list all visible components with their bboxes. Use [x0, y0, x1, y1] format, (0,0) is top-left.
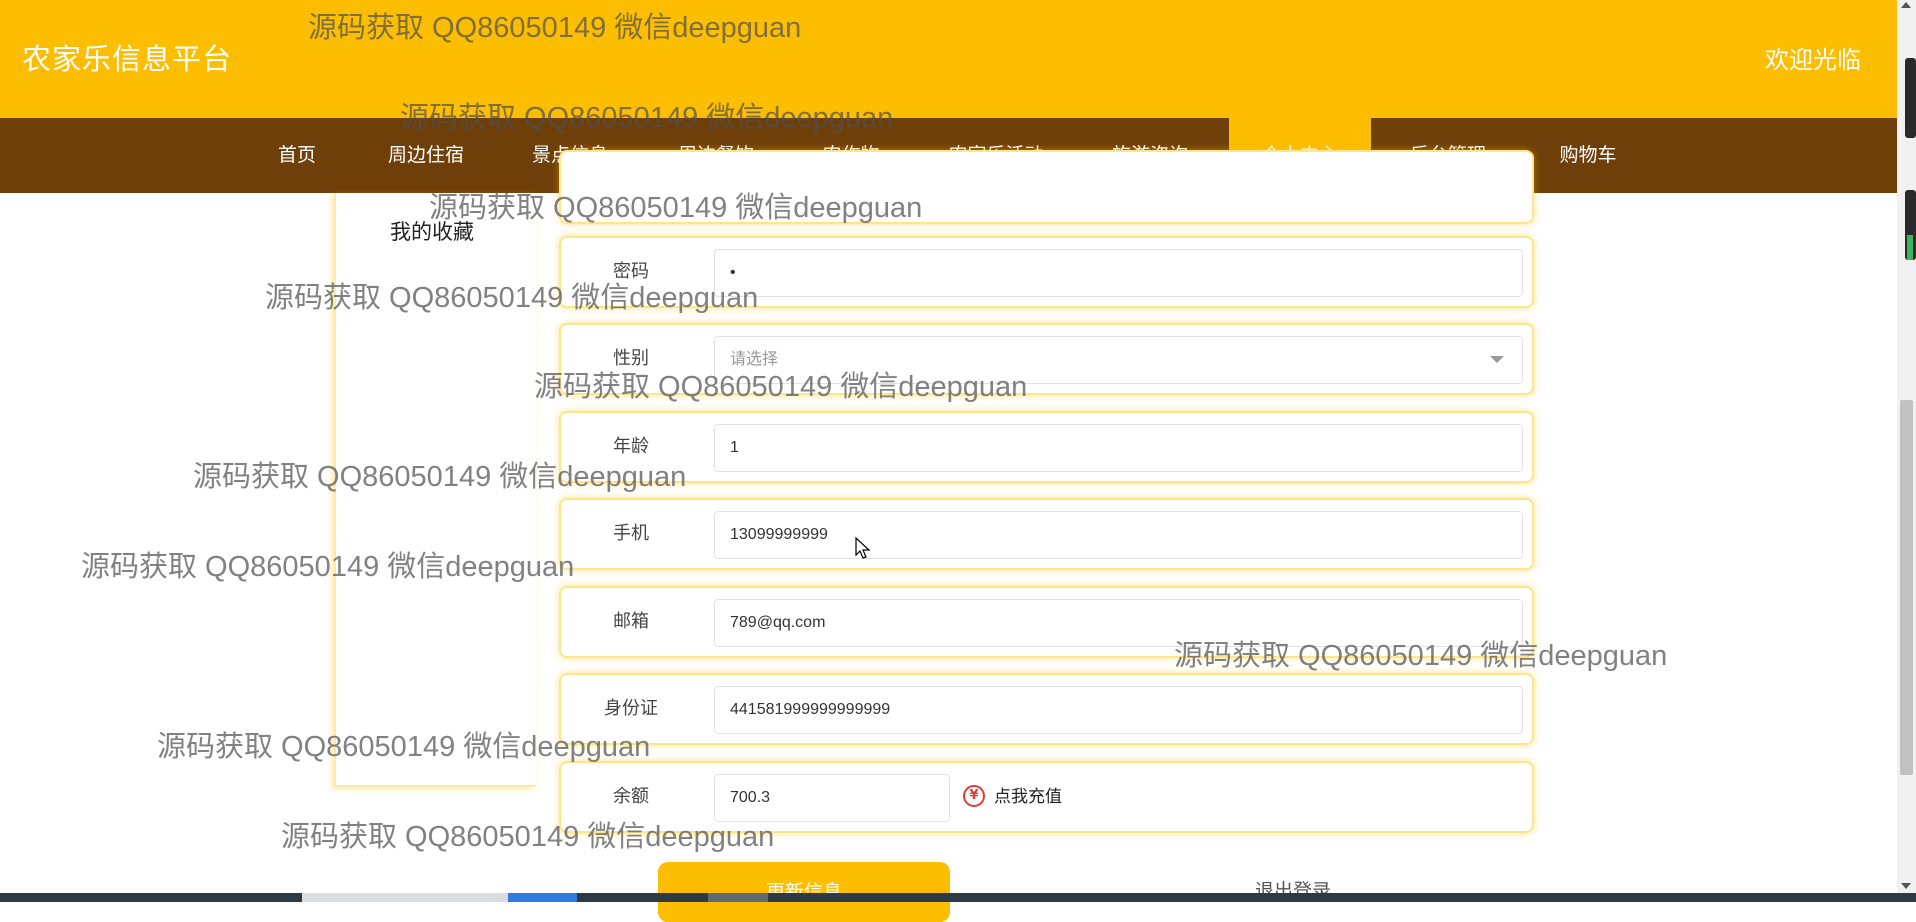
form-row-age: 年龄 1: [559, 411, 1534, 483]
scroll-marker: [1905, 58, 1916, 138]
form-row-password: 密码 •: [559, 236, 1534, 308]
balance-field[interactable]: 700.3: [714, 774, 950, 822]
sidebar-panel: [334, 193, 536, 787]
form-row-balance: 余额 700.3 ¥ 点我充值: [559, 761, 1534, 833]
chevron-down-icon: [1490, 356, 1504, 363]
phone-label: 手机: [613, 523, 649, 544]
recharge-link[interactable]: 点我充值: [994, 763, 1062, 831]
scroll-up-icon[interactable]: [1901, 2, 1911, 8]
gender-select-placeholder: 请选择: [730, 351, 779, 368]
welcome-text: 欢迎光临: [1765, 46, 1861, 74]
id-card-field[interactable]: 441581999999999999: [714, 686, 1523, 734]
scroll-thumb[interactable]: [1900, 400, 1913, 775]
nav-item-home[interactable]: 首页: [262, 118, 332, 193]
gender-select[interactable]: 请选择: [714, 336, 1523, 384]
email-label: 邮箱: [613, 611, 649, 632]
form-row-email: 邮箱 789@qq.com: [559, 586, 1534, 658]
form-row-gender: 性别 请选择: [559, 323, 1534, 395]
gender-label: 性别: [613, 348, 649, 369]
form-row-id-card: 身份证 441581999999999999: [559, 673, 1534, 745]
form-row-phone: 手机 13099999999: [559, 498, 1534, 570]
age-label: 年龄: [613, 436, 649, 457]
email-field[interactable]: 789@qq.com: [714, 599, 1523, 647]
mouse-cursor-icon: [855, 537, 871, 559]
nav-item-lodging[interactable]: 周边住宿: [376, 118, 476, 193]
age-field[interactable]: 1: [714, 424, 1523, 472]
form-row-username-partial: [559, 150, 1534, 224]
taskbar: [0, 893, 1916, 902]
scroll-marker: [1907, 235, 1913, 260]
top-header: 农家乐信息平台 欢迎光临: [0, 0, 1897, 118]
sidebar-item-favorites[interactable]: 我的收藏: [390, 216, 474, 246]
password-field[interactable]: •: [714, 249, 1523, 297]
taskbar-item[interactable]: [508, 893, 577, 902]
balance-label: 余额: [613, 786, 649, 807]
page-scrollbar[interactable]: [1897, 0, 1916, 893]
password-label: 密码: [613, 261, 649, 282]
nav-item-cart[interactable]: 购物车: [1548, 118, 1628, 193]
id-card-label: 身份证: [604, 698, 658, 719]
update-info-button[interactable]: 更新信息: [658, 862, 950, 922]
yen-icon[interactable]: ¥: [963, 785, 985, 807]
site-title[interactable]: 农家乐信息平台: [22, 36, 232, 78]
taskbar-item[interactable]: [708, 893, 768, 902]
phone-field[interactable]: 13099999999: [714, 511, 1523, 559]
taskbar-item[interactable]: [302, 893, 508, 902]
scroll-down-icon[interactable]: [1901, 883, 1911, 889]
